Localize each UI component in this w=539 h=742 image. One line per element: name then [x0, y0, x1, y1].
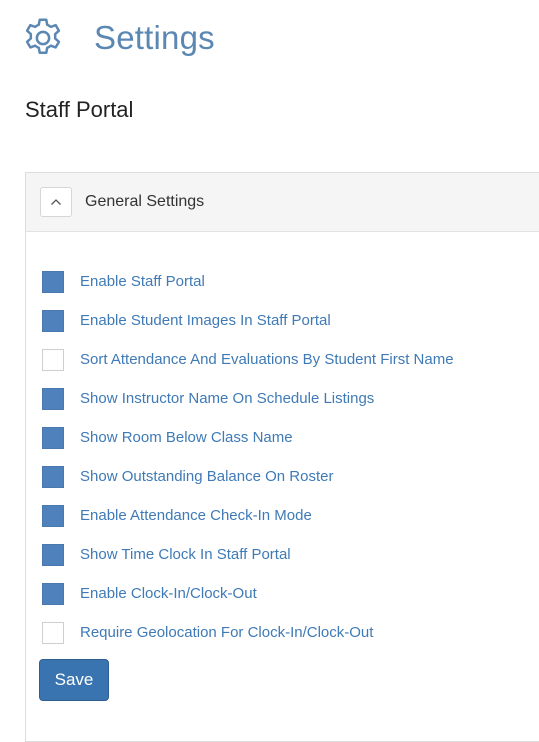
checkbox[interactable]	[42, 582, 64, 605]
setting-show-instructor-name[interactable]: Show Instructor Name On Schedule Listing…	[42, 379, 454, 418]
setting-show-time-clock[interactable]: Show Time Clock In Staff Portal	[42, 535, 454, 574]
setting-label[interactable]: Enable Staff Portal	[80, 273, 205, 290]
setting-attendance-check-in[interactable]: Enable Attendance Check-In Mode	[42, 496, 454, 535]
section-title: Staff Portal	[25, 97, 134, 122]
gear-icon	[25, 18, 61, 55]
chevron-up-icon	[51, 199, 61, 205]
page-title: Settings	[94, 19, 215, 56]
panel-title: General Settings	[85, 193, 205, 210]
setting-label[interactable]: Sort Attendance And Evaluations By Stude…	[80, 351, 454, 368]
setting-label[interactable]: Show Instructor Name On Schedule Listing…	[80, 390, 374, 407]
panel-header: General Settings	[26, 173, 539, 232]
setting-label[interactable]: Enable Clock-In/Clock-Out	[80, 585, 257, 602]
setting-clock-in-out[interactable]: Enable Clock-In/Clock-Out	[42, 574, 454, 613]
setting-label[interactable]: Enable Attendance Check-In Mode	[80, 507, 312, 524]
checkbox[interactable]	[42, 543, 64, 566]
collapse-button[interactable]	[40, 187, 72, 217]
setting-label[interactable]: Require Geolocation For Clock-In/Clock-O…	[80, 624, 373, 641]
checkbox[interactable]	[42, 348, 64, 371]
setting-label[interactable]: Show Time Clock In Staff Portal	[80, 546, 291, 563]
setting-show-room[interactable]: Show Room Below Class Name	[42, 418, 454, 457]
setting-label[interactable]: Enable Student Images In Staff Portal	[80, 312, 331, 329]
setting-show-outstanding-balance[interactable]: Show Outstanding Balance On Roster	[42, 457, 454, 496]
checkbox[interactable]	[42, 270, 64, 293]
setting-enable-student-images[interactable]: Enable Student Images In Staff Portal	[42, 301, 454, 340]
setting-sort-by-first-name[interactable]: Sort Attendance And Evaluations By Stude…	[42, 340, 454, 379]
checkbox[interactable]	[42, 504, 64, 527]
setting-label[interactable]: Show Outstanding Balance On Roster	[80, 468, 333, 485]
setting-require-geolocation[interactable]: Require Geolocation For Clock-In/Clock-O…	[42, 613, 454, 652]
settings-list: Enable Staff Portal Enable Student Image…	[42, 262, 454, 652]
checkbox[interactable]	[42, 387, 64, 410]
page-header: Settings	[20, 14, 215, 62]
general-settings-panel: General Settings Enable Staff Portal Ena…	[25, 172, 539, 742]
checkbox[interactable]	[42, 309, 64, 332]
checkbox[interactable]	[42, 621, 64, 644]
checkbox[interactable]	[42, 465, 64, 488]
save-button[interactable]: Save	[39, 659, 109, 701]
setting-label[interactable]: Show Room Below Class Name	[80, 429, 293, 446]
setting-enable-staff-portal[interactable]: Enable Staff Portal	[42, 262, 454, 301]
checkbox[interactable]	[42, 426, 64, 449]
